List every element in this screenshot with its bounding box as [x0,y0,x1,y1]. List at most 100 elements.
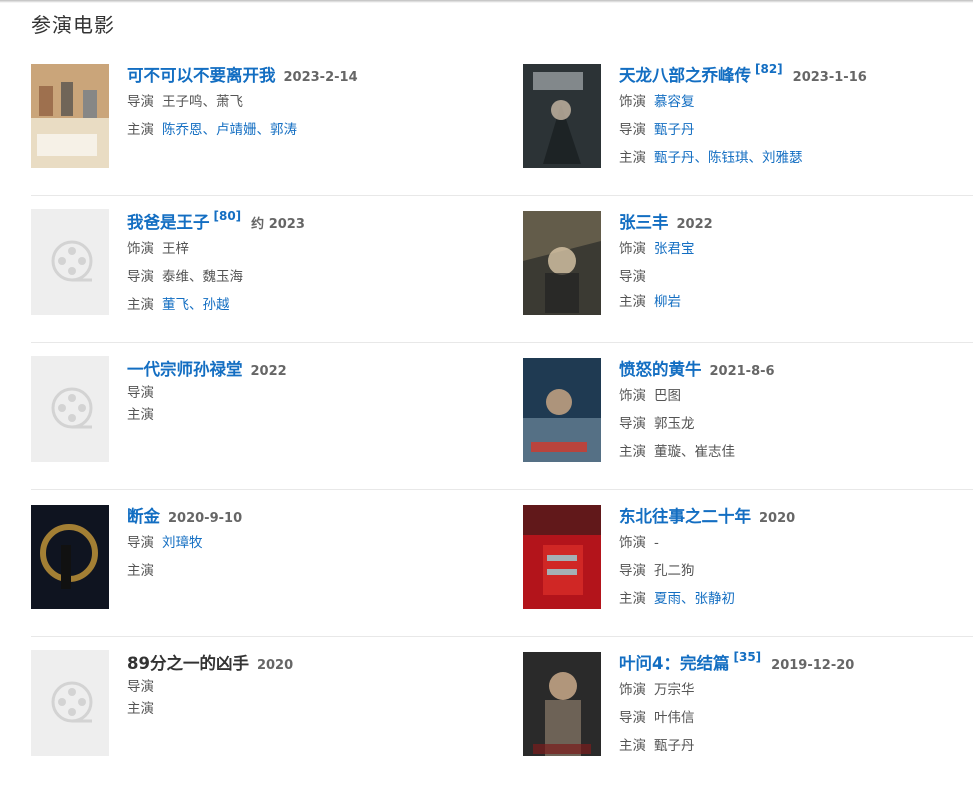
director-label: 导演 [127,679,154,695]
director-value: 郭玉龙 [654,416,695,432]
movie-poster[interactable] [523,358,601,462]
movie-poster[interactable] [31,505,109,609]
director-link[interactable]: 甄子丹 [654,122,695,138]
stars-line: 主演 董璇、崔志佳 [619,438,959,466]
title-line: 可不可以不要离开我 2023-2-14 [127,62,467,88]
movie-row: 一代宗师孙禄堂 2022 导演 主演 愤怒的黄牛 2021-8-6 饰演 巴图 … [0,356,973,503]
stars-line: 主演 柳岩 [619,291,959,313]
stars-links[interactable]: 董飞、孙越 [162,297,230,313]
title-line: 我爸是王子 [80] 约 2023 [127,209,467,235]
movie-poster[interactable] [523,505,601,609]
stars-links[interactable]: 甄子丹、陈钰琪、刘雅瑟 [654,150,803,166]
score-badge[interactable]: [82] [755,62,783,76]
movie-info: 东北往事之二十年 2020 饰演 - 导演 孔二狗 主演 夏雨、张静初 [619,503,959,613]
score-badge[interactable]: [80] [214,209,242,223]
row-divider [31,195,973,196]
film-reel-icon [51,240,93,282]
role-label: 饰演 [127,241,154,257]
director-label: 导演 [127,535,154,551]
movie-info: 张三丰 2022 饰演 张君宝 导演 主演 柳岩 [619,209,959,313]
release-date: 2020 [256,658,294,673]
title-line: 断金 2020-9-10 [127,503,467,529]
release-date: 2021-8-6 [709,364,775,379]
top-shadow-line [0,0,973,3]
movie-title-link[interactable]: 张三丰 [619,209,669,233]
movie-info: 叶问4：完结篇 [35] 2019-12-20 饰演 万宗华 导演 叶伟信 主演 甄子… [619,650,959,760]
director-link[interactable]: 刘璋牧 [162,535,203,551]
director-line: 导演 刘璋牧 [127,529,467,557]
role-link[interactable]: 慕容复 [654,94,695,110]
director-line: 导演 [619,263,959,291]
movie-poster[interactable] [523,64,601,168]
movie-title-link[interactable]: 断金 [127,503,160,527]
role-line: 饰演 慕容复 [619,88,959,116]
movie-item: 愤怒的黄牛 2021-8-6 饰演 巴图 导演 郭玉龙 主演 董璇、崔志佳 [523,356,963,486]
row-divider [31,489,973,490]
role-label: 饰演 [619,388,646,404]
poster-image [523,505,601,609]
score-badge[interactable]: [35] [733,650,761,664]
movie-row: 可不可以不要离开我 2023-2-14 导演 王子鸣、萧飞 主演 陈乔恩、卢靖姗、郭… [0,62,973,209]
row-divider [31,636,973,637]
movie-info: 天龙八部之乔峰传 [82] 2023-1-16 饰演 慕容复 导演 甄子丹 主演 甄子… [619,62,959,172]
movie-poster-placeholder[interactable] [31,209,109,315]
poster-image [523,652,601,756]
movie-title-link[interactable]: 天龙八部之乔峰传 [619,62,751,86]
movie-poster[interactable] [523,211,601,315]
movie-title: 89分之一的凶手 [127,654,249,673]
movie-title-link[interactable]: 可不可以不要离开我 [127,62,276,86]
stars-label: 主演 [127,701,154,717]
movie-item: 89分之一的凶手 2020 导演 主演 [31,650,471,780]
stars-line: 主演 [127,698,467,720]
director-value: 孔二狗 [654,563,695,579]
movie-info: 断金 2020-9-10 导演 刘璋牧 主演 [127,503,467,585]
movie-item: 张三丰 2022 饰演 张君宝 导演 主演 柳岩 [523,209,963,339]
stars-links[interactable]: 夏雨、张静初 [654,591,735,607]
movie-row: 我爸是王子 [80] 约 2023 饰演 王梓 导演 泰维、魏玉海 主演 董飞、孙越 [0,209,973,356]
role-label: 饰演 [619,241,646,257]
poster-image [523,64,601,168]
release-date: 2022 [250,364,287,379]
stars-links[interactable]: 柳岩 [654,294,681,310]
stars-line: 主演 [127,557,467,585]
director-label: 导演 [127,385,154,401]
movie-title-link[interactable]: 叶问4：完结篇 [619,650,729,674]
title-line: 叶问4：完结篇 [35] 2019-12-20 [619,650,959,676]
stars-line: 主演 夏雨、张静初 [619,585,959,613]
movie-item: 一代宗师孙禄堂 2022 导演 主演 [31,356,471,486]
movie-poster-placeholder[interactable] [31,356,109,462]
poster-image [31,64,109,168]
movie-poster-placeholder[interactable] [31,650,109,756]
poster-image [523,211,601,315]
role-line: 饰演 张君宝 [619,235,959,263]
movie-info: 可不可以不要离开我 2023-2-14 导演 王子鸣、萧飞 主演 陈乔恩、卢靖姗、郭… [127,62,467,144]
stars-label: 主演 [619,738,646,754]
title-line: 89分之一的凶手 2020 [127,650,467,676]
release-date: 2023-2-14 [283,70,358,85]
role-link[interactable]: 张君宝 [654,241,695,257]
movie-poster[interactable] [31,64,109,168]
stars-links[interactable]: 陈乔恩、卢靖姗、郭涛 [162,122,297,138]
role-line: 饰演 万宗华 [619,676,959,704]
director-line: 导演 郭玉龙 [619,410,959,438]
director-line: 导演 孔二狗 [619,557,959,585]
director-line: 导演 泰维、魏玉海 [127,263,467,291]
stars-value: 董璇、崔志佳 [654,444,735,460]
title-line: 东北往事之二十年 2020 [619,503,959,529]
stars-label: 主演 [619,150,646,166]
movie-title-link[interactable]: 一代宗师孙禄堂 [127,356,243,380]
stars-line: 主演 陈乔恩、卢靖姗、郭涛 [127,116,467,144]
movie-poster[interactable] [523,652,601,756]
movie-info: 我爸是王子 [80] 约 2023 饰演 王梓 导演 泰维、魏玉海 主演 董飞、孙越 [127,209,467,319]
release-date: 2020 [759,511,796,526]
movie-title-link[interactable]: 愤怒的黄牛 [619,356,702,380]
movie-info: 89分之一的凶手 2020 导演 主演 [127,650,467,720]
movie-info: 愤怒的黄牛 2021-8-6 饰演 巴图 导演 郭玉龙 主演 董璇、崔志佳 [619,356,959,466]
movie-row: 断金 2020-9-10 导演 刘璋牧 主演 东北往事之二十年 2020 饰演 … [0,503,973,650]
director-line: 导演 甄子丹 [619,116,959,144]
movie-title-link[interactable]: 我爸是王子 [127,209,210,233]
movie-title-link[interactable]: 东北往事之二十年 [619,503,751,527]
stars-label: 主演 [127,563,154,579]
director-value: 泰维、魏玉海 [162,269,243,285]
title-line: 天龙八部之乔峰传 [82] 2023-1-16 [619,62,959,88]
